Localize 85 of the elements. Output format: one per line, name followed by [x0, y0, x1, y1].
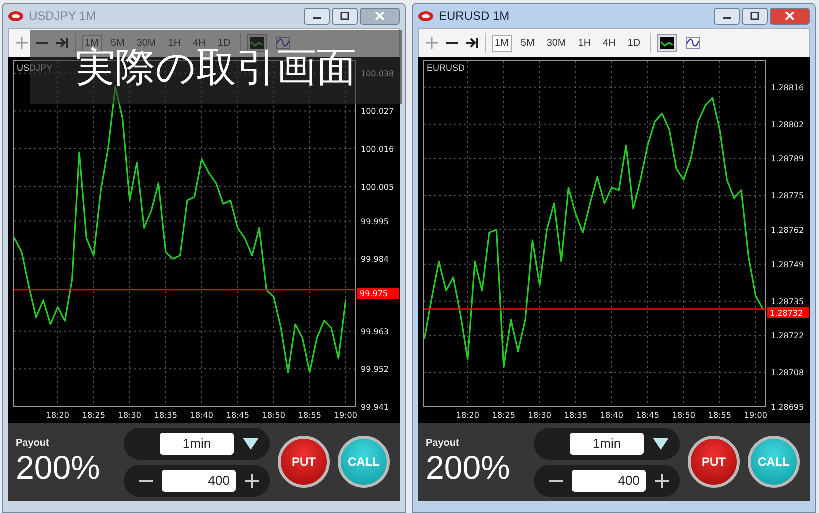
put-button[interactable]: PUT	[688, 436, 740, 488]
line-chart-icon	[660, 37, 674, 49]
payout-label: Payout	[16, 438, 50, 448]
axis-label: 99.941	[361, 403, 389, 412]
plus-icon[interactable]	[244, 472, 260, 488]
wave-chart-icon	[686, 37, 700, 49]
time-label: 18:55	[708, 411, 732, 420]
expiry-field[interactable]: 1min	[160, 432, 234, 454]
time-label: 18:25	[492, 411, 516, 420]
time-label: 18:35	[564, 411, 588, 420]
time-label: 18:50	[672, 411, 696, 420]
window-title: EURUSD 1M	[439, 9, 510, 23]
payout-label: Payout	[426, 438, 460, 448]
timeframe-tab[interactable]: 1M	[492, 34, 512, 52]
dropdown-icon[interactable]	[242, 436, 260, 450]
expiry-field[interactable]: 1min	[570, 432, 644, 454]
wave-chart-icon	[276, 37, 290, 49]
axis-label: 99.995	[361, 217, 389, 226]
maximize-icon	[750, 12, 760, 20]
current-price-tag: 99.975	[357, 288, 399, 300]
axis-label: 100.005	[361, 182, 394, 192]
window-title: USDJPY 1M	[29, 9, 96, 23]
timeframe-tab[interactable]: 1D	[624, 34, 644, 52]
zoom-in-icon[interactable]	[425, 36, 439, 50]
time-label: 18:20	[456, 411, 480, 420]
axis-label: 1.28695	[771, 403, 804, 412]
axis-label: 1.28762	[771, 226, 804, 236]
close-icon	[785, 12, 795, 20]
zoom-in-icon[interactable]	[15, 36, 29, 50]
close-button[interactable]	[360, 8, 400, 24]
line-chart-icon	[250, 37, 264, 49]
minimize-button[interactable]	[714, 8, 740, 24]
axis-label: 99.963	[361, 327, 389, 336]
time-label: 18:45	[226, 411, 250, 420]
maximize-icon	[340, 12, 350, 20]
axis-label: 1.28816	[771, 83, 804, 92]
chart-title: USDJPY	[17, 63, 53, 73]
payout-value: 200%	[426, 448, 512, 486]
app-logo-icon	[8, 10, 24, 22]
time-label: 18:20	[46, 411, 70, 420]
time-label: 19:00	[334, 411, 358, 420]
maximize-button[interactable]	[332, 8, 358, 24]
ref-line-label: 1.28732	[770, 308, 804, 318]
amount-field[interactable]: 400	[572, 470, 646, 492]
time-label: 18:55	[298, 411, 322, 420]
amount-field[interactable]: 400	[162, 470, 236, 492]
payout-value: 200%	[16, 448, 102, 486]
axis-label: 1.28789	[771, 154, 804, 164]
axis-label: 1.28735	[771, 297, 804, 306]
time-label: 18:30	[528, 411, 552, 420]
time-label: 18:40	[600, 411, 624, 420]
axis-label: 100.016	[361, 145, 394, 154]
axis-label: 1.28775	[771, 192, 804, 201]
axis-label: 99.984	[361, 255, 389, 264]
time-label: 18:35	[154, 411, 178, 420]
dropdown-icon[interactable]	[652, 436, 670, 450]
axis-label: 1.28802	[771, 120, 804, 130]
axis-label: 1.28749	[771, 260, 804, 270]
line-chart-button[interactable]	[656, 34, 677, 52]
time-label: 18:40	[190, 411, 214, 420]
axis-label: 100.027	[361, 107, 394, 116]
time-label: 18:45	[636, 411, 660, 420]
chart-title: EURUSD	[427, 63, 466, 73]
close-button[interactable]	[770, 8, 810, 24]
time-label: 19:00	[744, 411, 768, 420]
plus-icon[interactable]	[654, 472, 670, 488]
axis-label: 1.28722	[771, 332, 804, 341]
scroll-end-icon[interactable]	[465, 36, 479, 50]
timeframe-tab[interactable]: 1H	[575, 34, 594, 52]
timeframe-tab[interactable]: 30M	[544, 34, 570, 52]
axis-label: 100.038	[361, 69, 394, 78]
ref-line-label: 99.975	[360, 290, 388, 299]
time-label: 18:50	[262, 411, 286, 420]
axis-label: 1.28708	[771, 368, 804, 378]
timeframe-tab[interactable]: 5M	[518, 34, 538, 52]
minimize-button[interactable]	[304, 8, 330, 24]
axis-label: 99.952	[361, 365, 389, 374]
time-label: 18:30	[118, 411, 142, 420]
current-price-tag: 1.28732	[767, 307, 809, 318]
put-button[interactable]: PUT	[278, 436, 330, 488]
timeframe-tab[interactable]: 4H	[600, 34, 619, 52]
close-icon	[375, 12, 385, 20]
time-label: 18:25	[82, 411, 106, 420]
app-logo-icon	[418, 10, 434, 22]
maximize-button[interactable]	[742, 8, 768, 24]
